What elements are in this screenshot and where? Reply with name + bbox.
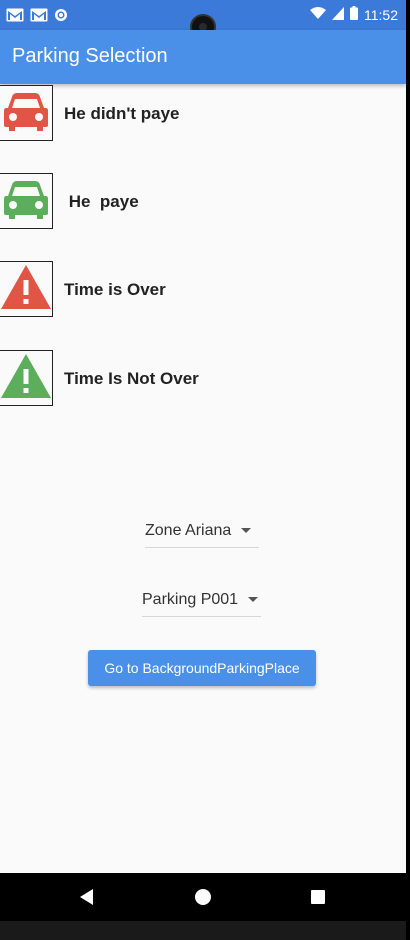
car-icon — [3, 179, 49, 224]
chevron-down-icon — [241, 528, 252, 533]
legend-icon-box — [0, 85, 53, 141]
parking-dropdown[interactable]: Parking P001 — [142, 583, 261, 617]
legend-item-paid: He paye — [0, 173, 406, 231]
sync-icon — [54, 8, 68, 27]
device-bottom-edge — [0, 921, 406, 940]
warning-icon — [0, 353, 52, 404]
chevron-down-icon — [248, 597, 259, 602]
legend-icon-box — [0, 261, 53, 317]
zone-dropdown-value: Zone Ariana — [145, 521, 232, 539]
screen: 11:52 Parking Selection He didn't paye H… — [0, 0, 406, 940]
car-icon — [3, 91, 49, 136]
legend-item-not-paid: He didn't paye — [0, 85, 406, 143]
legend-item-time-not-over: Time Is Not Over — [0, 350, 406, 408]
status-bar-notifications — [6, 8, 68, 27]
legend-label: He didn't paye — [64, 104, 180, 123]
legend-icon-box — [0, 350, 53, 406]
legend-item-time-over: Time is Over — [0, 261, 406, 319]
warning-icon — [0, 264, 52, 315]
battery-icon — [350, 6, 358, 23]
legend-icon-box — [0, 173, 53, 229]
app-bar: Parking Selection — [0, 30, 406, 84]
parking-dropdown-value: Parking P001 — [142, 590, 239, 608]
gmail-icon — [30, 8, 48, 27]
legend-label: Time is Over — [64, 280, 166, 299]
legend-label: He paye — [64, 192, 139, 211]
go-to-background-parking-place-button[interactable]: Go to BackgroundParkingPlace — [88, 650, 316, 686]
legend-label: Time Is Not Over — [64, 369, 199, 388]
home-icon[interactable] — [195, 889, 211, 905]
zone-dropdown[interactable]: Zone Ariana — [145, 514, 259, 548]
back-icon[interactable] — [80, 889, 93, 905]
wifi-icon — [310, 6, 326, 23]
gmail-icon — [6, 8, 24, 27]
status-bar-system: 11:52 — [310, 6, 398, 23]
status-bar: 11:52 — [0, 0, 406, 40]
recents-icon[interactable] — [311, 890, 325, 904]
status-time: 11:52 — [364, 6, 398, 23]
signal-icon — [332, 6, 344, 23]
navigation-bar — [0, 873, 406, 921]
page-title: Parking Selection — [12, 45, 168, 67]
